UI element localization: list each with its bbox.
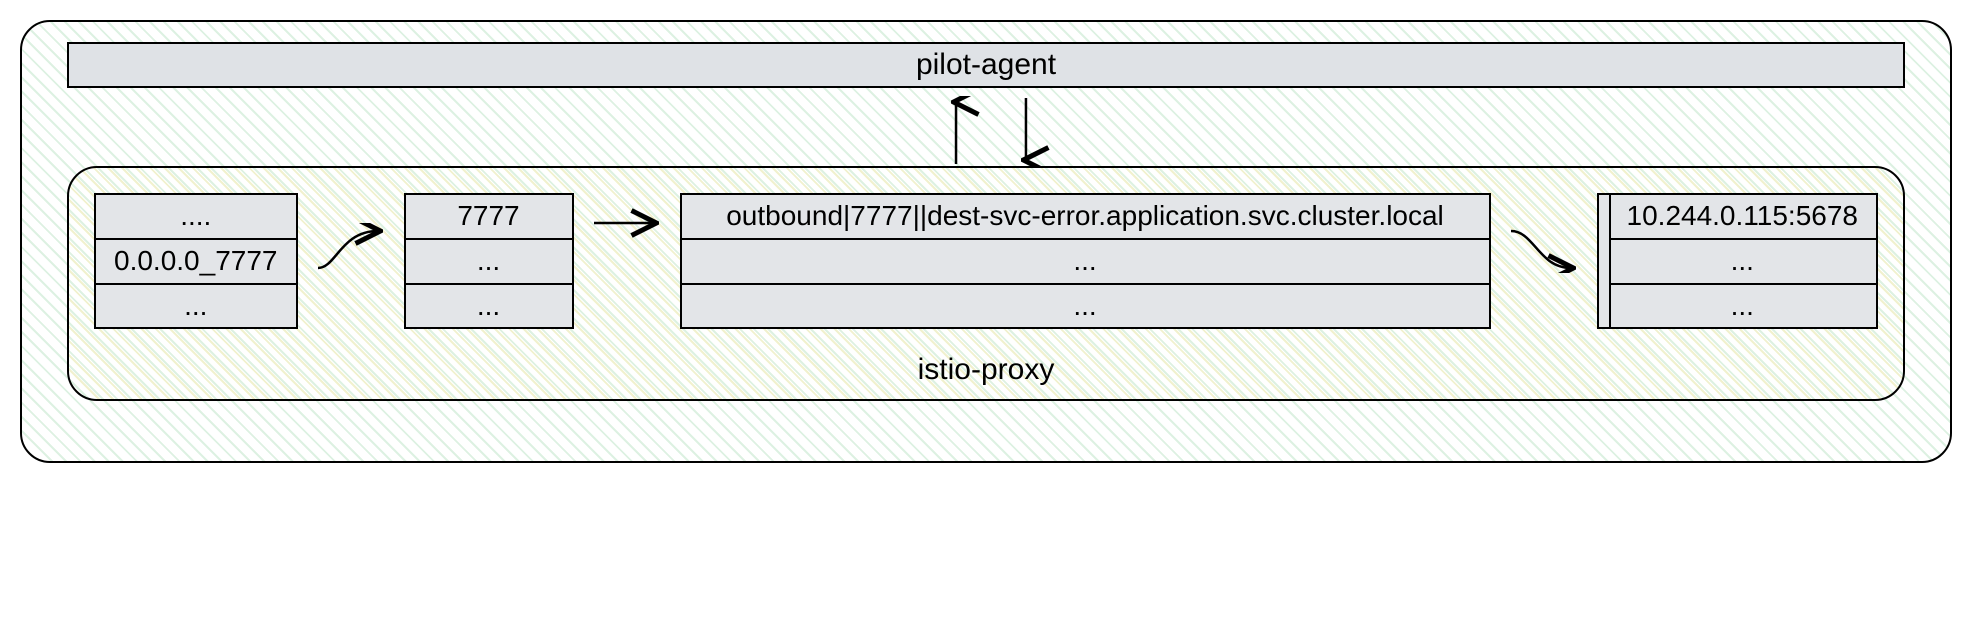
arrow-port-to-cluster (592, 203, 662, 253)
istio-proxy-label: istio-proxy (69, 353, 1903, 387)
port-row: ... (406, 240, 572, 285)
bidir-arrows (67, 96, 1905, 166)
pilot-agent-label: pilot-agent (916, 48, 1056, 81)
port-table: 7777 ... ... (404, 193, 574, 329)
port-row: 7777 (406, 195, 572, 240)
port-row: ... (406, 285, 572, 328)
arrow-listener-to-port (316, 223, 386, 273)
listener-table: .... 0.0.0.0_7777 ... (94, 193, 298, 329)
cluster-table: outbound|7777||dest-svc-error.applicatio… (680, 193, 1491, 329)
cluster-row: outbound|7777||dest-svc-error.applicatio… (682, 195, 1489, 240)
listener-row: ... (96, 285, 296, 328)
pilot-agent-bar: pilot-agent (67, 42, 1905, 88)
endpoint-table: 10.244.0.115:5678 ... ... (1597, 193, 1878, 329)
istio-proxy-container: .... 0.0.0.0_7777 ... 7777 ... (67, 166, 1905, 401)
endpoint-row: ... (1609, 285, 1876, 328)
endpoint-row: 10.244.0.115:5678 (1609, 195, 1876, 240)
arrow-cluster-to-endpoint (1509, 223, 1579, 273)
cluster-row: ... (682, 285, 1489, 328)
pilot-agent-container: pilot-agent .... 0.0.0.0_7777 . (20, 20, 1952, 463)
cluster-row: ... (682, 240, 1489, 285)
flow-row: .... 0.0.0.0_7777 ... 7777 ... (94, 193, 1878, 329)
endpoint-row: ... (1609, 240, 1876, 285)
listener-row: 0.0.0.0_7777 (96, 240, 296, 285)
listener-row: .... (96, 195, 296, 240)
